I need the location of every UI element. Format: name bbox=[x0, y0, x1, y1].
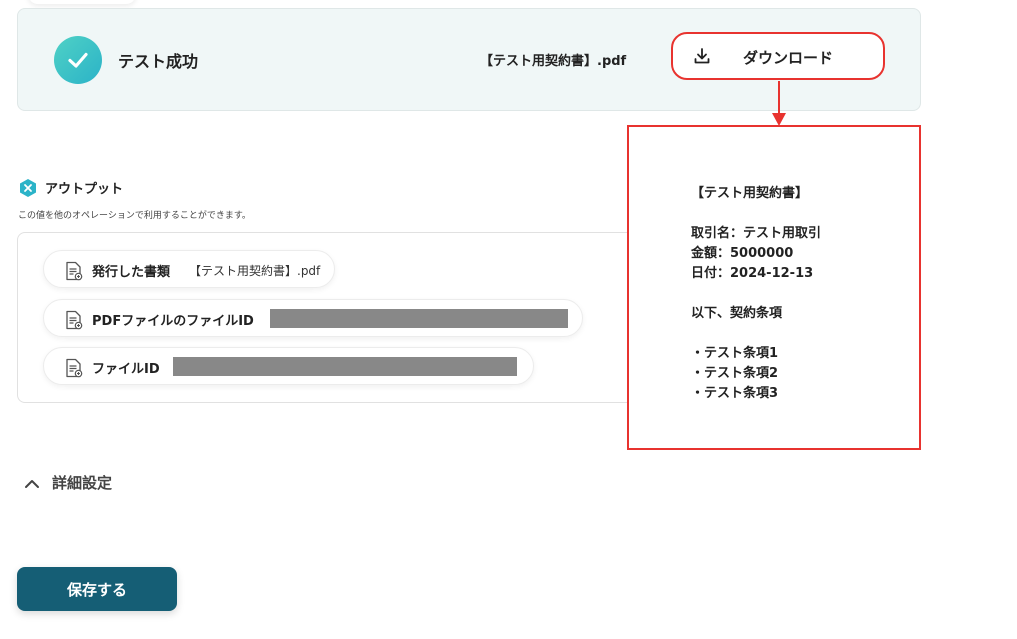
preview-line: 以下、契約条項 bbox=[691, 306, 783, 321]
check-circle-icon bbox=[54, 36, 102, 84]
preview-line bbox=[691, 284, 821, 304]
document-icon bbox=[65, 358, 83, 382]
preview-line: ・テスト条項1 bbox=[691, 346, 779, 361]
preview-line: 【テスト用契約書】 bbox=[691, 186, 809, 201]
preview-line: ・テスト条項2 bbox=[691, 366, 779, 381]
output-item-pdf-file-id[interactable]: PDFファイルのファイルID bbox=[43, 299, 583, 337]
test-success-label: テスト成功 bbox=[118, 52, 199, 71]
advanced-settings-label: 詳細設定 bbox=[52, 474, 113, 492]
download-icon bbox=[693, 47, 711, 69]
document-preview: 【テスト用契約書】 取引名：テスト用取引 金額：5000000 日付：2024-… bbox=[627, 125, 921, 450]
download-label: ダウンロード bbox=[743, 49, 834, 67]
output-item-file-id[interactable]: ファイルID bbox=[43, 347, 534, 385]
preview-line: 取引名：テスト用取引 bbox=[691, 226, 822, 241]
output-item-label: ファイルID bbox=[92, 362, 160, 377]
redacted-value bbox=[270, 309, 568, 328]
document-icon bbox=[65, 310, 83, 334]
output-x-icon bbox=[18, 178, 38, 202]
preview-line bbox=[691, 324, 821, 344]
result-file-name: 【テスト用契約書】.pdf bbox=[480, 54, 627, 69]
preview-line: 金額：5000000 bbox=[691, 246, 794, 261]
save-button[interactable]: 保存する bbox=[17, 567, 177, 611]
preview-line: 日付：2024-12-13 bbox=[691, 266, 814, 281]
output-item-label: 発行した書類 bbox=[92, 265, 171, 280]
callout-arrow bbox=[772, 81, 786, 126]
document-icon bbox=[65, 261, 83, 285]
output-description: この値を他のオペレーションで利用することができます。 bbox=[18, 211, 251, 221]
output-item-value: 【テスト用契約書】.pdf bbox=[189, 264, 321, 278]
output-list: 発行した書類 【テスト用契約書】.pdf PDFファイルのファイルID ファイル… bbox=[17, 232, 657, 403]
output-title: アウトプット bbox=[45, 182, 124, 197]
output-item-issued-document[interactable]: 発行した書類 【テスト用契約書】.pdf bbox=[43, 250, 335, 288]
top-tab-fragment bbox=[28, 0, 136, 4]
download-button[interactable]: ダウンロード bbox=[671, 32, 885, 80]
preview-line: ・テスト条項3 bbox=[691, 386, 779, 401]
output-item-label: PDFファイルのファイルID bbox=[92, 314, 254, 329]
redacted-value bbox=[173, 357, 517, 376]
preview-line bbox=[691, 204, 821, 224]
chevron-up-icon bbox=[24, 475, 40, 494]
